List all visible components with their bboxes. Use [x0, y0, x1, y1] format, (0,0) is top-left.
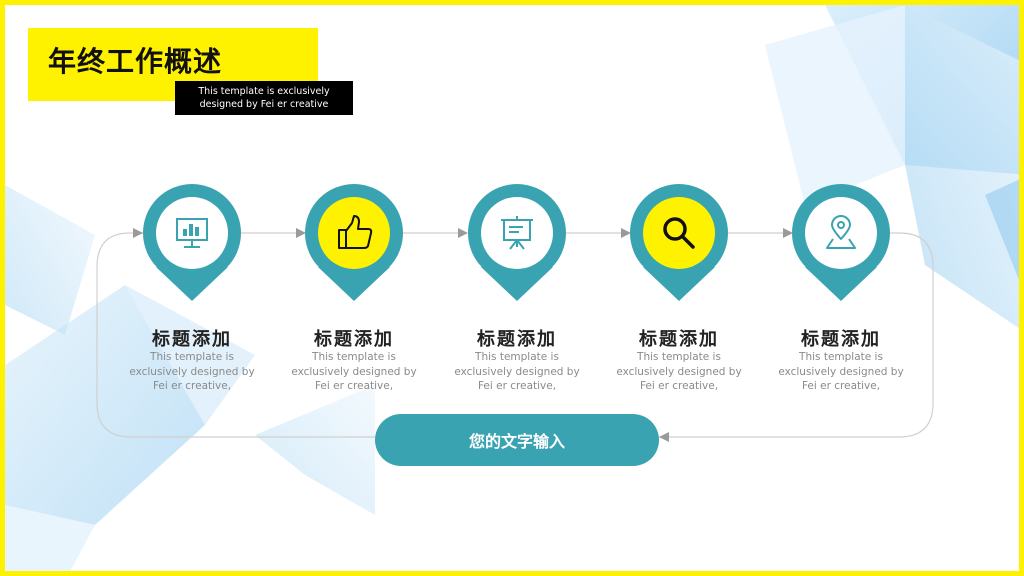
item-desc-5: This template is exclusively designed by F…	[778, 351, 904, 392]
pin-2	[305, 184, 403, 301]
item-desc-4: This template is exclusively designed by F…	[616, 351, 742, 392]
item-title-3: 标题添加	[477, 329, 557, 350]
item-desc-1: This template is exclusively designed by F…	[129, 351, 255, 392]
item-desc-3: This template is exclusively designed by F…	[454, 351, 580, 392]
item-title-5: 标题添加	[801, 329, 881, 350]
arrow-into-first	[133, 228, 143, 238]
item-desc-2: This template is exclusively designed by F…	[291, 351, 417, 392]
item-title-4: 标题添加	[639, 329, 719, 350]
process-flow	[96, 184, 934, 442]
arrow-into-pill	[659, 432, 669, 442]
item-title-1: 标题添加	[152, 329, 232, 350]
pin-3	[468, 184, 566, 301]
pin-4	[630, 184, 728, 301]
pin-1	[143, 184, 241, 301]
pin-5	[792, 184, 890, 301]
slide: 年终工作概述 This template is exclusively desi…	[0, 0, 1024, 576]
text-input-pill-button[interactable]: 您的文字输入	[375, 414, 659, 466]
item-title-2: 标题添加	[314, 329, 394, 350]
